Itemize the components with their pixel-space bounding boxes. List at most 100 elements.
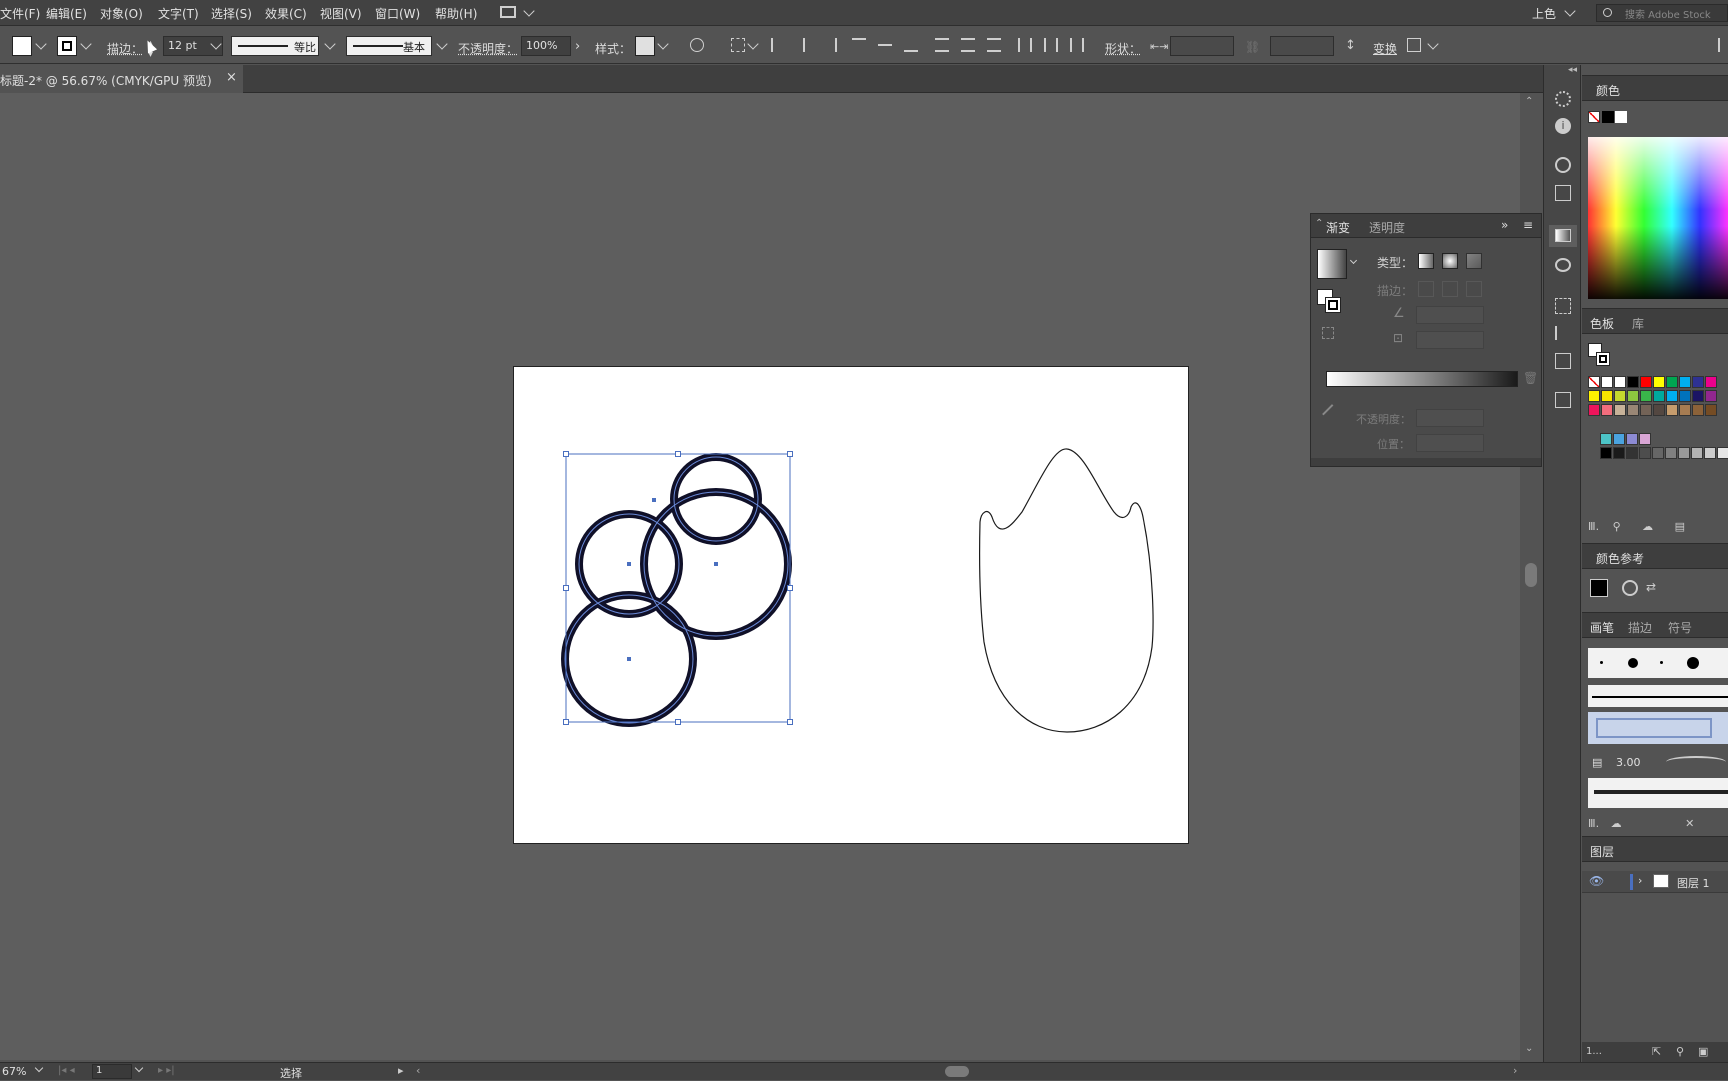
gear-icon[interactable] (1555, 91, 1571, 107)
color-swatch[interactable] (1626, 447, 1638, 459)
align-top-icon[interactable] (852, 38, 866, 52)
tab-transparency[interactable]: 透明度 (1369, 219, 1405, 236)
align-hcenter-icon[interactable] (803, 38, 805, 52)
linear-gradient-button[interactable] (1418, 253, 1434, 269)
menu-type[interactable]: 文字(T) (158, 5, 199, 22)
panel-expand-icon[interactable]: » (1501, 218, 1508, 232)
menu-edit[interactable]: 编辑(E) (46, 5, 87, 22)
color-swatch[interactable] (1679, 376, 1691, 388)
stroke-swatch[interactable] (57, 36, 77, 56)
color-swatch[interactable] (1705, 390, 1717, 402)
shape-width-field[interactable] (1170, 36, 1234, 56)
transform-icon[interactable] (1555, 185, 1571, 201)
align-bottom-icon[interactable] (904, 38, 918, 52)
distribute-bottom-icon[interactable] (987, 38, 1001, 52)
scroll-left-icon[interactable]: ‹ (416, 1064, 420, 1077)
color-swatch[interactable] (1678, 447, 1690, 459)
expand-layer-icon[interactable]: › (1638, 874, 1642, 887)
scroll-up-icon[interactable]: ⌃ (1525, 96, 1533, 107)
tab-color[interactable]: 颜色 (1596, 82, 1620, 99)
radial-gradient-button[interactable] (1442, 253, 1458, 269)
chevron-right-icon[interactable]: › (575, 39, 580, 54)
chevron-down-icon[interactable] (134, 1063, 144, 1073)
color-swatch[interactable] (1601, 376, 1613, 388)
aspect-ratio-field[interactable] (1416, 331, 1484, 349)
new-layer-icon[interactable]: ▣ (1698, 1045, 1708, 1058)
appearance-icon[interactable] (1555, 157, 1571, 173)
graphic-style-swatch[interactable] (635, 36, 655, 56)
color-swatch[interactable] (1640, 390, 1652, 402)
vertical-scrollbar-thumb[interactable] (1525, 563, 1537, 587)
color-swatch[interactable] (1588, 390, 1600, 402)
color-swatch[interactable] (1691, 447, 1703, 459)
harmony-icon[interactable] (1622, 580, 1638, 596)
reverse-gradient-icon[interactable] (1322, 327, 1334, 339)
color-swatch[interactable] (1653, 390, 1665, 402)
angle-field[interactable] (1416, 306, 1484, 324)
chevron-down-icon[interactable] (1349, 256, 1358, 265)
menu-view[interactable]: 视图(V) (320, 5, 362, 22)
chevron-down-icon[interactable] (324, 38, 336, 50)
visibility-eye-icon[interactable]: 👁 (1589, 874, 1604, 888)
panel-menu-icon[interactable]: ≡ (1523, 218, 1533, 232)
brush-options-icon[interactable]: ▤ (1592, 756, 1602, 769)
color-swatch[interactable] (1601, 404, 1613, 416)
workspace-switcher[interactable]: 上色 (1532, 5, 1556, 22)
arrange-documents-icon[interactable] (500, 6, 516, 18)
stroke-indicator[interactable] (1325, 297, 1341, 313)
distribute-left-icon[interactable] (1018, 38, 1032, 52)
shape-height-field[interactable] (1270, 36, 1334, 56)
color-swatch[interactable] (1626, 433, 1638, 445)
color-swatch[interactable] (1705, 376, 1717, 388)
freeform-gradient-button[interactable] (1466, 253, 1482, 269)
delete-stop-icon[interactable]: 🗑 (1523, 371, 1538, 385)
transform-link[interactable]: 变换 (1373, 40, 1397, 57)
base-color-swatch[interactable] (1590, 579, 1608, 597)
color-swatch[interactable] (1588, 376, 1600, 388)
brush-charcoal-row[interactable] (1588, 778, 1728, 808)
brush-cloud-icon[interactable]: ☁ (1611, 817, 1622, 830)
brush-dots-row[interactable] (1588, 648, 1728, 678)
brush-pattern-row[interactable] (1588, 712, 1728, 744)
distribute-hcenter-icon[interactable] (1044, 38, 1058, 52)
chevron-down-icon[interactable] (436, 38, 448, 50)
color-swatch[interactable] (1666, 390, 1678, 402)
layer-name[interactable]: 图层 1 (1677, 875, 1710, 891)
stop-opacity-field[interactable] (1416, 409, 1484, 427)
export-icon[interactable] (1555, 392, 1571, 408)
color-swatch[interactable] (1692, 404, 1704, 416)
color-swatch[interactable] (1640, 376, 1652, 388)
document-tab[interactable]: 标题-2* @ 56.67% (CMYK/GPU 预览) × (0, 65, 243, 93)
panel-menu-icon[interactable] (1718, 38, 1724, 52)
cloud-icon[interactable]: ☁ (1642, 520, 1653, 533)
fill-swatch[interactable] (12, 36, 32, 56)
color-spectrum[interactable] (1588, 137, 1728, 299)
delete-brush-icon[interactable]: ✕ (1685, 817, 1694, 830)
scroll-right-icon[interactable]: › (1513, 1064, 1517, 1077)
show-kinds-icon[interactable]: ⚲ (1613, 520, 1621, 533)
gradient-slider[interactable] (1326, 371, 1518, 387)
chevron-down-icon[interactable] (657, 38, 669, 50)
info-icon[interactable]: i (1555, 118, 1571, 134)
tab-swatches[interactable]: 色板 (1590, 315, 1614, 332)
tab-color-guide[interactable]: 颜色参考 (1596, 550, 1644, 567)
color-swatch[interactable] (1614, 404, 1626, 416)
color-swatch[interactable] (1600, 447, 1612, 459)
opacity-field[interactable]: 100% (521, 36, 571, 56)
stop-position-field[interactable] (1416, 434, 1484, 452)
tab-libraries[interactable]: 库 (1632, 315, 1644, 332)
edit-colors-icon[interactable]: ⇄ (1646, 580, 1656, 594)
panel-resize-handle[interactable] (1311, 458, 1541, 466)
color-swatch[interactable] (1679, 404, 1691, 416)
color-swatch[interactable] (1692, 376, 1704, 388)
color-swatch[interactable] (1652, 447, 1664, 459)
none-swatch[interactable] (1588, 111, 1600, 123)
menu-file[interactable]: 文件(F) (0, 5, 40, 22)
pathfinder-icon[interactable] (1555, 353, 1571, 369)
color-swatch[interactable] (1613, 433, 1625, 445)
color-swatch[interactable] (1639, 433, 1651, 445)
variable-width-profile[interactable]: 等比 (231, 36, 319, 56)
export-layer-icon[interactable]: ⇱ (1652, 1045, 1661, 1058)
color-swatch[interactable] (1614, 376, 1626, 388)
color-swatch[interactable] (1614, 390, 1626, 402)
